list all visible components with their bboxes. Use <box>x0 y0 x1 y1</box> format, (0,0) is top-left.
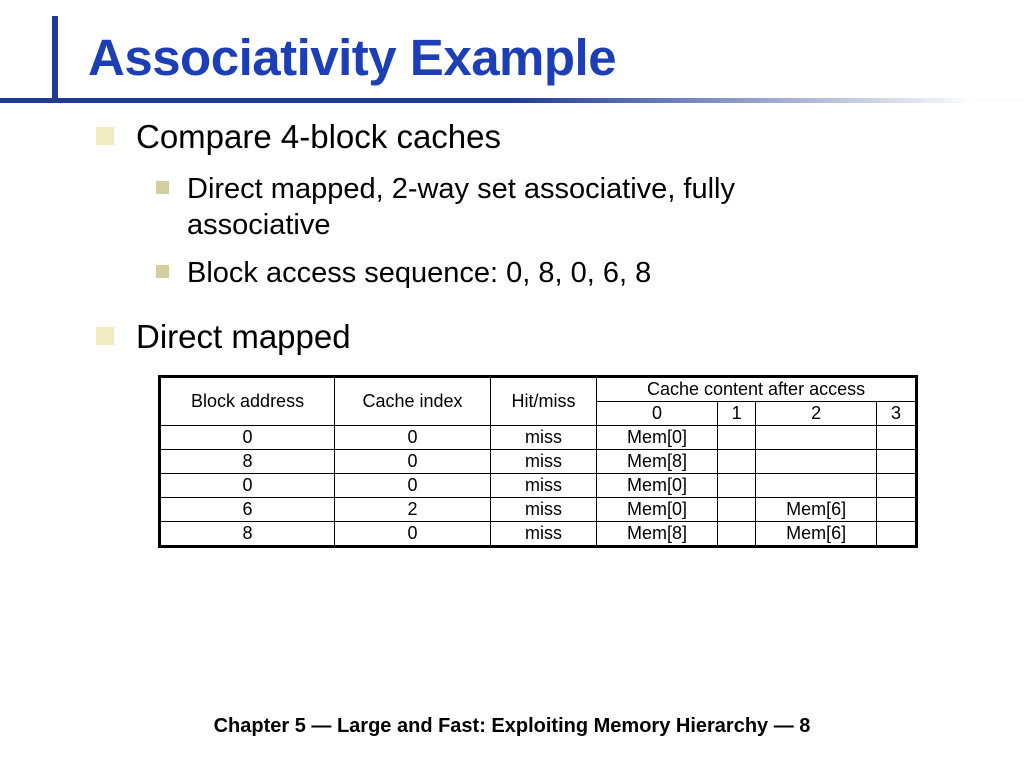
table-cell: miss <box>490 473 596 497</box>
table-cell: 2 <box>335 497 491 521</box>
bullet-level1: Compare 4-block caches <box>96 117 944 157</box>
bullet-text: Compare 4-block caches <box>136 117 501 157</box>
col-cache-index: Cache index <box>335 376 491 425</box>
table-cell: Mem[0] <box>597 425 718 449</box>
table-cell <box>877 425 917 449</box>
table-cell <box>877 521 917 546</box>
col-way-1: 1 <box>718 401 756 425</box>
table-cell <box>877 449 917 473</box>
col-block-address: Block address <box>160 376 335 425</box>
slide-title: Associativity Example <box>88 28 1024 87</box>
slide-header: Associativity Example <box>0 0 1024 87</box>
table-cell: 8 <box>160 521 335 546</box>
bullet-text: Direct mapped <box>136 317 351 357</box>
title-accent-horizontal <box>0 98 1024 103</box>
table-cell <box>718 449 756 473</box>
table-row: 80missMem[8] <box>160 449 917 473</box>
slide-footer: Chapter 5 — Large and Fast: Exploiting M… <box>0 715 1024 738</box>
table-cell: 8 <box>160 449 335 473</box>
table-cell: 0 <box>335 521 491 546</box>
col-way-3: 3 <box>877 401 917 425</box>
bullet-icon <box>96 127 114 145</box>
table-cell: Mem[0] <box>597 473 718 497</box>
cache-table-wrap: Block address Cache index Hit/miss Cache… <box>158 375 918 548</box>
table-row: 00missMem[0] <box>160 473 917 497</box>
table-cell <box>877 497 917 521</box>
table-cell <box>756 425 877 449</box>
title-accent-vertical <box>52 16 58 98</box>
table-cell <box>718 521 756 546</box>
bullet-icon <box>156 181 169 194</box>
bullet-level2: Direct mapped, 2-way set associative, fu… <box>156 171 944 244</box>
table-cell: Mem[6] <box>756 521 877 546</box>
bullet-icon <box>96 327 114 345</box>
table-cell: 0 <box>160 473 335 497</box>
table-cell <box>718 497 756 521</box>
table-cell: Mem[8] <box>597 521 718 546</box>
bullet-level1: Direct mapped <box>96 317 944 357</box>
cache-table: Block address Cache index Hit/miss Cache… <box>158 375 918 548</box>
table-cell: Mem[6] <box>756 497 877 521</box>
table-header-row: Block address Cache index Hit/miss Cache… <box>160 376 917 401</box>
table-cell <box>756 473 877 497</box>
table-cell: 0 <box>335 449 491 473</box>
table-row: 00missMem[0] <box>160 425 917 449</box>
table-cell: 0 <box>335 425 491 449</box>
table-row: 62missMem[0] Mem[6] <box>160 497 917 521</box>
slide-body: Compare 4-block caches Direct mapped, 2-… <box>0 87 1024 548</box>
table-cell: 0 <box>335 473 491 497</box>
table-cell: miss <box>490 449 596 473</box>
table-cell: miss <box>490 521 596 546</box>
table-cell: Mem[8] <box>597 449 718 473</box>
table-cell: 6 <box>160 497 335 521</box>
bullet-level2: Block access sequence: 0, 8, 0, 6, 8 <box>156 255 944 291</box>
col-cache-content: Cache content after access <box>597 376 917 401</box>
col-way-2: 2 <box>756 401 877 425</box>
table-cell: Mem[0] <box>597 497 718 521</box>
table-row: 80missMem[8] Mem[6] <box>160 521 917 546</box>
bullet-icon <box>156 265 169 278</box>
col-hit-miss: Hit/miss <box>490 376 596 425</box>
table-cell <box>718 425 756 449</box>
table-cell <box>756 449 877 473</box>
table-cell <box>718 473 756 497</box>
table-cell: miss <box>490 497 596 521</box>
table-cell: miss <box>490 425 596 449</box>
bullet-text: Direct mapped, 2-way set associative, fu… <box>187 171 827 244</box>
col-way-0: 0 <box>597 401 718 425</box>
table-cell <box>877 473 917 497</box>
table-cell: 0 <box>160 425 335 449</box>
bullet-text: Block access sequence: 0, 8, 0, 6, 8 <box>187 255 651 291</box>
